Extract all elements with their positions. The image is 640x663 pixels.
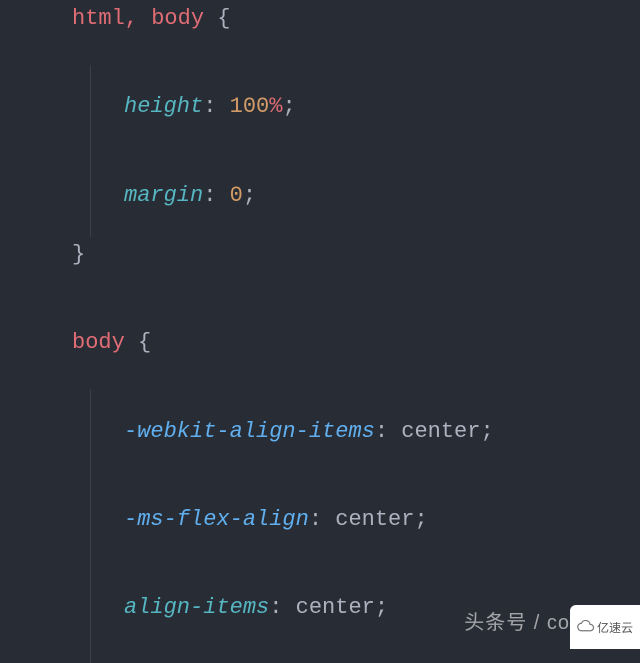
code-editor-viewport: html, body { height: 100%; margin: 0; } … <box>0 0 640 663</box>
prop-value: center <box>335 507 414 532</box>
decl-align-items: align-items: center; <box>0 593 640 622</box>
rule2-selector-line: body { <box>0 328 640 357</box>
prop-name: height <box>124 94 203 119</box>
rule2-selector: body <box>72 330 125 355</box>
brace-open: { <box>138 330 151 355</box>
brace-close: } <box>72 242 85 267</box>
css-code-block: html, body { height: 100%; margin: 0; } … <box>0 0 640 663</box>
decl-margin: margin: 0; <box>0 181 640 210</box>
decl-webkit-align-items: -webkit-align-items: center; <box>0 417 640 446</box>
decl-height: height: 100%; <box>0 92 640 121</box>
rule1-body: height: 100%; margin: 0; <box>0 92 640 210</box>
prop-name: -webkit-align-items <box>124 419 375 444</box>
rule1-close: } <box>0 240 640 269</box>
prop-name: -ms-flex-align <box>124 507 309 532</box>
prop-value-number: 100 <box>230 94 270 119</box>
indent-guide <box>90 65 91 237</box>
prop-value: center <box>296 595 375 620</box>
rule1-selector: html, body <box>72 6 204 31</box>
rule1-selector-line: html, body { <box>0 4 640 33</box>
decl-ms-flex-align: -ms-flex-align: center; <box>0 505 640 534</box>
brace-open: { <box>217 6 230 31</box>
prop-name: align-items <box>124 595 269 620</box>
rule2-body: -webkit-align-items: center; -ms-flex-al… <box>0 417 640 663</box>
prop-value-unit: % <box>269 94 282 119</box>
prop-name: margin <box>124 183 203 208</box>
prop-value: center <box>401 419 480 444</box>
prop-value-number: 0 <box>230 183 243 208</box>
